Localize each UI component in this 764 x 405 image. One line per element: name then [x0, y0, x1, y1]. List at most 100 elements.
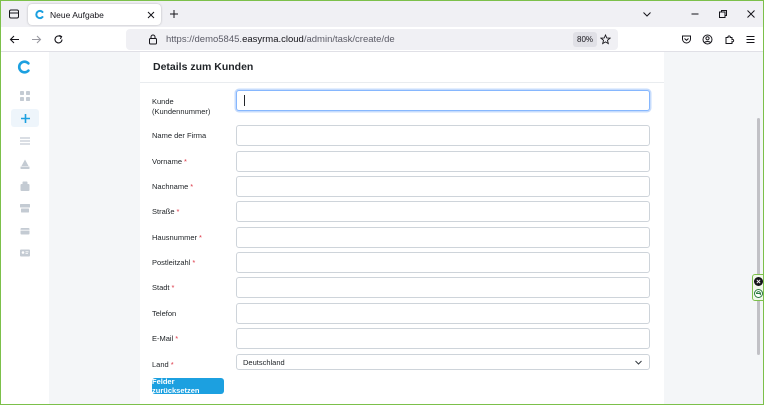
country-select[interactable]: Deutschland	[236, 354, 650, 370]
close-icon	[747, 10, 755, 18]
box-icon	[20, 204, 30, 213]
customer-number-input[interactable]	[236, 90, 650, 111]
form-row-country: Land * Deutschland	[140, 354, 664, 378]
field-label-text: Postleitzahl	[152, 258, 191, 267]
list-icon	[20, 137, 30, 145]
form-row-customer-number: Kunde (Kundennummer)	[140, 90, 664, 120]
field-label-country: Land *	[152, 360, 174, 370]
card-icon	[20, 228, 30, 235]
field-label-street: Straße *	[152, 207, 179, 217]
sidebar-item-dashboard[interactable]	[14, 88, 36, 104]
side-extension-widget	[752, 274, 763, 301]
phone-input[interactable]	[236, 303, 650, 324]
reset-fields-button[interactable]: Felder zurücksetzen	[152, 377, 224, 395]
sidebar-item-new-task[interactable]	[11, 109, 39, 127]
sidebar-item-inbox[interactable]	[14, 178, 36, 194]
sidebar-item-payments[interactable]	[14, 223, 36, 239]
restore-icon	[719, 10, 727, 18]
lock-icon[interactable]	[146, 33, 160, 47]
form-row-email: E-Mail *	[140, 328, 664, 352]
sidebar-item-products[interactable]	[14, 200, 36, 216]
required-asterisk: *	[176, 207, 180, 216]
required-asterisk: *	[175, 334, 179, 343]
company-name-input[interactable]	[236, 125, 650, 146]
chevron-down-icon	[635, 360, 642, 365]
id-card-icon	[20, 249, 30, 257]
street-input[interactable]	[236, 201, 650, 222]
tab-close-button[interactable]	[144, 8, 158, 22]
field-label-phone: Telefon	[152, 309, 176, 319]
field-label-line2: (Kundennummer)	[152, 107, 211, 116]
first-name-input[interactable]	[236, 151, 650, 172]
inbox-icon	[20, 181, 30, 191]
sidebar-item-tasks[interactable]	[14, 133, 36, 149]
form-row-house-number: Hausnummer *	[140, 227, 664, 251]
url-bar[interactable]: https://demo5845.easyrma.cloud/admin/tas…	[126, 29, 618, 50]
pocket-button[interactable]	[678, 31, 695, 48]
field-label-postal-code: Postleitzahl *	[152, 258, 195, 268]
card-header: Details zum Kunden	[140, 52, 664, 83]
country-select-value: Deutschland	[243, 357, 285, 367]
extensions-button[interactable]	[721, 31, 738, 48]
field-label-text: E-Mail	[152, 334, 174, 343]
user-icon	[20, 159, 30, 169]
customer-details-card: Details zum Kunden Kunde (Kundennummer) N…	[140, 52, 664, 404]
extension-e-icon	[755, 291, 761, 296]
new-tab-button[interactable]	[166, 6, 182, 22]
field-label-city: Stadt *	[152, 283, 174, 293]
field-label-text: Vorname	[152, 157, 183, 166]
url-text: https://demo5845.easyrma.cloud/admin/tas…	[166, 34, 395, 45]
house-number-input[interactable]	[236, 227, 650, 248]
sidebar-item-contacts[interactable]	[14, 245, 36, 261]
form-row-last-name: Nachname *	[140, 176, 664, 200]
field-label-first-name: Vorname *	[152, 157, 187, 167]
field-label-email: E-Mail *	[152, 334, 178, 344]
field-label-company-name: Name der Firma	[152, 131, 206, 141]
field-label-customer-number: Kunde (Kundennummer)	[152, 97, 210, 117]
reload-icon	[54, 34, 63, 44]
chevron-down-icon	[643, 12, 651, 17]
sidebar-item-customers[interactable]	[14, 156, 36, 172]
puzzle-icon	[725, 35, 735, 44]
window-close-button[interactable]	[743, 6, 759, 22]
field-label-house-number: Hausnummer *	[152, 233, 202, 243]
field-label-text: Name der Firma	[152, 131, 207, 140]
minimize-icon	[691, 13, 699, 15]
field-label-text: Land	[152, 360, 169, 369]
close-icon	[147, 11, 155, 18]
field-label-text: Straße	[152, 207, 175, 216]
easyrma-logo-icon[interactable]	[16, 59, 32, 75]
scrollbar-thumb[interactable]	[757, 118, 760, 355]
extension-close-button[interactable]	[753, 276, 763, 286]
page-scrollbar[interactable]	[756, 52, 761, 404]
url-path: /admin/task/create/de	[303, 34, 395, 45]
account-button[interactable]	[699, 31, 716, 48]
menu-button[interactable]	[742, 31, 759, 48]
bookmark-star-button[interactable]	[598, 32, 613, 47]
form-row-first-name: Vorname *	[140, 151, 664, 175]
tab-list-button[interactable]	[6, 6, 22, 22]
required-asterisk: *	[171, 283, 175, 292]
pocket-icon	[682, 35, 691, 44]
email-input[interactable]	[236, 328, 650, 349]
city-input[interactable]	[236, 277, 650, 298]
tab-active[interactable]: Neue Aufgabe	[28, 4, 161, 25]
zoom-level-badge[interactable]: 80%	[573, 32, 598, 47]
restore-button[interactable]	[715, 6, 731, 22]
reload-button[interactable]	[50, 31, 67, 48]
field-label-last-name: Nachname *	[152, 182, 193, 192]
tab-list-icon	[9, 9, 19, 19]
list-all-tabs-button[interactable]	[639, 6, 655, 22]
forward-button[interactable]	[28, 31, 45, 48]
hamburger-menu-icon	[746, 36, 755, 43]
star-icon	[600, 34, 611, 45]
close-icon	[755, 279, 761, 284]
arrow-right-icon	[32, 35, 42, 44]
field-label-text: Hausnummer	[152, 233, 198, 242]
last-name-input[interactable]	[236, 176, 650, 197]
minimize-button[interactable]	[687, 6, 703, 22]
form-row-company-name: Name der Firma	[140, 125, 664, 149]
back-button[interactable]	[6, 31, 23, 48]
extension-e-button[interactable]	[753, 289, 763, 299]
postal-code-input[interactable]	[236, 252, 650, 273]
